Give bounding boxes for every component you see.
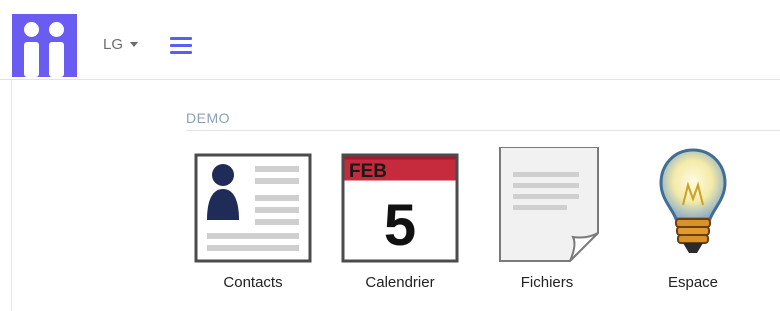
calendar-icon: FEB 5	[341, 153, 459, 263]
app-espace[interactable]: Espace	[633, 147, 753, 297]
chevron-down-icon	[130, 42, 139, 47]
user-menu[interactable]: LG	[103, 36, 139, 53]
app-label: Espace	[667, 274, 719, 291]
logo-dot-right	[49, 22, 64, 37]
user-initials: LG	[103, 36, 124, 53]
section-divider	[186, 130, 780, 131]
left-divider	[11, 80, 12, 311]
app-label: Fichiers	[520, 274, 574, 291]
app-calendrier[interactable]: FEB 5 Calendrier	[340, 147, 460, 297]
top-header: LG	[0, 0, 780, 80]
app-label: Calendrier	[365, 274, 435, 291]
app-fichiers[interactable]: Fichiers	[487, 147, 607, 297]
hamburger-menu-icon[interactable]	[170, 35, 192, 55]
app-contacts[interactable]: Contacts	[193, 147, 313, 297]
logo-bar-right	[49, 42, 64, 77]
logo-dot-left	[24, 22, 39, 37]
contact-card-icon	[194, 153, 312, 263]
section-title: DEMO	[186, 110, 230, 126]
lightbulb-icon	[659, 148, 727, 253]
document-icon	[499, 147, 599, 262]
calendar-month: FEB	[349, 161, 387, 182]
logo-bar-left	[24, 42, 39, 77]
app-label: Contacts	[223, 274, 283, 291]
app-logo[interactable]	[12, 14, 77, 77]
calendar-day: 5	[384, 193, 416, 258]
